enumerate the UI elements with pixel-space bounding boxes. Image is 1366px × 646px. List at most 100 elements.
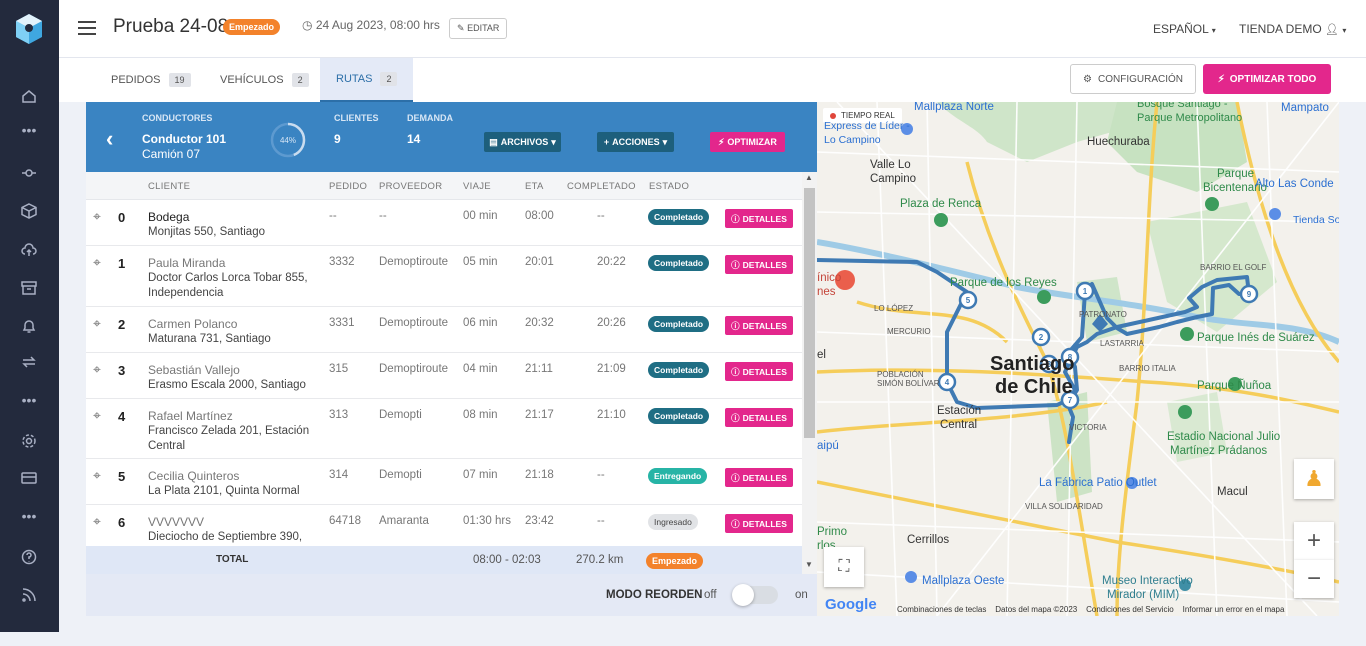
configuration-button[interactable]: ⚙ CONFIGURACIÓN [1070,64,1196,94]
client-name[interactable]: Carmen Polanco [148,317,237,331]
details-button[interactable]: ⓘ DETALLES [725,514,793,533]
details-button[interactable]: ⓘ DETALLES [725,209,793,228]
client-name[interactable]: Cecilia Quinteros [148,469,239,483]
more-icon-3[interactable]: ••• [19,506,39,526]
menu-icon[interactable] [78,21,96,35]
street-view-icon[interactable]: ♟ [1294,459,1334,499]
locate-icon[interactable]: ⌖ [93,254,101,271]
map-marker-5[interactable]: 5 [958,290,978,310]
map-label: MERCURIO [887,327,931,336]
gear-icon[interactable] [19,431,39,451]
provider: Amaranta [379,515,429,527]
client-name[interactable]: Paula Miranda [148,256,225,270]
details-button[interactable]: ⓘ DETALLES [725,255,793,274]
actions-button[interactable]: + ACCIONES ▾ [597,132,674,152]
caret-down-icon: ▾ [1211,26,1216,35]
back-arrow-icon[interactable]: ‹ [106,126,113,152]
language-select[interactable]: ESPAÑOL ▾ [1153,22,1216,36]
col-trip: VIAJE [463,181,491,192]
map-marker-1[interactable]: 1 [1075,281,1095,301]
order-id[interactable]: 314 [329,469,348,481]
map-marker-2[interactable]: 2 [1031,327,1051,347]
box-icon[interactable] [19,201,39,221]
sync-icon[interactable] [19,352,39,372]
order-id[interactable]: 313 [329,409,348,421]
col-eta: ETA [525,181,544,192]
tab-label: RUTAS [336,73,373,85]
scroll-down-icon[interactable]: ▼ [805,560,813,569]
zoom-out-button[interactable]: − [1294,560,1334,598]
order-id[interactable]: 64718 [329,515,361,527]
route-map[interactable]: 1 2 3 4 5 7 8 9 TIEMPO REAL Mallplaza No… [817,102,1339,616]
edit-button[interactable]: ✎ EDITAR [449,18,508,39]
reorder-toggle[interactable] [732,584,778,606]
locate-icon[interactable]: ⌖ [93,513,101,530]
col-provider: PROVEEDOR [379,181,443,192]
more-icon[interactable]: ••• [19,120,39,140]
eta: 08:00 [525,210,554,222]
more-icon-2[interactable]: ••• [19,390,39,410]
toggle-knob[interactable] [732,584,754,606]
map-marker-9[interactable]: 9 [1239,284,1259,304]
order-id[interactable]: 315 [329,363,348,375]
order-id[interactable]: 3332 [329,256,355,268]
client-name[interactable]: Sebastián Vallejo [148,363,240,377]
stop-index: 6 [118,515,126,530]
optimize-all-button[interactable]: ⚡︎ OPTIMIZAR TODO [1203,64,1331,94]
files-button[interactable]: ▤ ARCHIVOS ▾ [484,132,561,152]
vehicle-name: Camión 07 [142,147,201,161]
table-row: ⌖ 4 Rafael Martínez Francisco Zelada 201, E… [86,399,802,459]
progress-text: 44% [280,136,296,145]
details-button[interactable]: ⓘ DETALLES [725,316,793,335]
map-label: aipú [817,440,839,452]
table-header: CLIENTE PEDIDO PROVEEDOR VIAJE ETA COMPL… [86,172,802,200]
map-footer-item[interactable]: Combinaciones de teclas [897,605,986,614]
client-name[interactable]: Rafael Martínez [148,409,233,423]
zoom-in-button[interactable]: + [1294,522,1334,560]
completed-time: -- [597,515,605,527]
locate-icon[interactable]: ⌖ [93,208,101,225]
details-button[interactable]: ⓘ DETALLES [725,468,793,487]
store-menu[interactable]: TIENDA DEMO 👤︎ ▾ [1239,22,1346,36]
total-time: 08:00 - 02:03 [473,554,541,566]
locate-icon[interactable]: ⌖ [93,361,101,378]
scroll-thumb[interactable] [804,188,815,438]
table-scrollbar[interactable]: ▲ ▼ [802,172,817,576]
locate-icon[interactable]: ⌖ [93,315,101,332]
optimize-button[interactable]: ⚡︎ OPTIMIZAR [710,132,785,152]
cloud-upload-icon[interactable] [19,240,39,260]
bell-icon[interactable] [19,316,39,336]
status-badge: Completado [648,316,710,332]
map-marker-4[interactable]: 4 [937,372,957,392]
fullscreen-icon[interactable]: ⛶ [824,547,864,587]
map-footer-item[interactable]: Informar un error en el mapa [1183,605,1285,614]
tab-pedidos[interactable]: PEDIDOS 19 [95,58,207,102]
rss-icon[interactable] [19,585,39,605]
home-icon[interactable] [19,86,39,106]
status-badge: Completado [648,362,710,378]
trip-time: 04 min [463,363,498,375]
gear-icon: ⚙ [1083,73,1092,85]
files-label: ARCHIVOS [500,137,549,147]
tab-rutas[interactable]: RUTAS 2 [320,58,413,102]
card-icon[interactable] [19,468,39,488]
scroll-up-icon[interactable]: ▲ [805,173,813,182]
tab-label: VEHÍCULOS [220,74,284,86]
client-name[interactable]: VVVVVVV [148,515,204,529]
locate-icon[interactable]: ⌖ [93,407,101,424]
map-footer-item[interactable]: Condiciones del Servicio [1086,605,1174,614]
col-completed: COMPLETADO [567,181,636,192]
route-icon[interactable] [19,163,39,183]
tab-vehiculos[interactable]: VEHÍCULOS 2 [204,58,325,102]
order-id[interactable]: 3331 [329,317,355,329]
status-badge: Completado [648,209,710,225]
locate-icon[interactable]: ⌖ [93,467,101,484]
store-label: TIENDA DEMO [1239,22,1322,36]
help-icon[interactable] [19,547,39,567]
details-button[interactable]: ⓘ DETALLES [725,362,793,381]
archive-icon[interactable] [19,278,39,298]
map-label: Mirador (MIM) [1107,589,1180,601]
details-button[interactable]: ⓘ DETALLES [725,408,793,427]
app-logo[interactable] [12,12,46,46]
info-icon: ⓘ [731,412,740,423]
